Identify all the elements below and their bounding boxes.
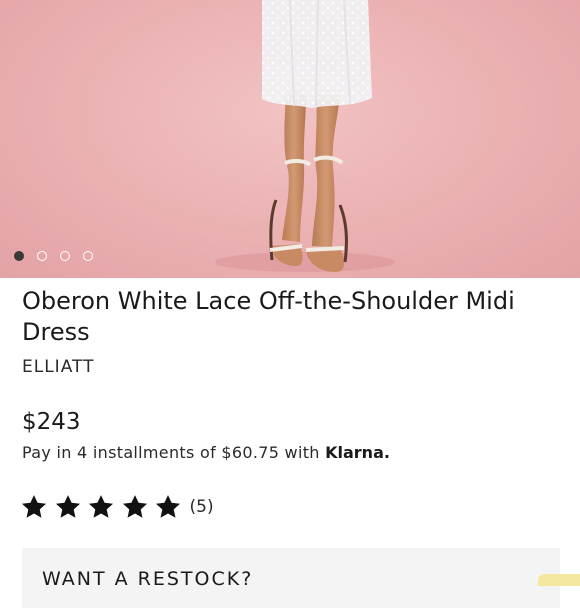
installments-text: Pay in 4 installments of $60.75 with (22, 443, 320, 462)
installments-info: Pay in 4 installments of $60.75 with Kla… (22, 443, 390, 462)
carousel-dot-2[interactable] (37, 251, 47, 261)
brand-link[interactable]: ELLIATT (22, 357, 94, 377)
star-icon (122, 495, 147, 518)
star-rating[interactable]: (5) (20, 493, 214, 521)
carousel-dot-1[interactable] (14, 251, 24, 261)
product-photo (215, 0, 395, 272)
star-icon (21, 495, 47, 518)
carousel-dots (14, 251, 93, 261)
carousel-dot-4[interactable] (83, 251, 93, 261)
carousel-dot-3[interactable] (60, 251, 70, 261)
star-icon (155, 495, 181, 518)
product-price: $243 (22, 409, 81, 435)
product-image-carousel[interactable] (0, 0, 580, 278)
chat-widget-tab[interactable] (538, 574, 580, 586)
klarna-logo[interactable]: Klarna. (325, 443, 390, 462)
star-icon (88, 495, 114, 518)
restock-panel[interactable]: WANT A RESTOCK? (22, 548, 560, 608)
star-icon (55, 495, 80, 518)
restock-heading: WANT A RESTOCK? (42, 568, 254, 590)
product-title: Oberon White Lace Off-the-Shoulder Midi … (22, 287, 515, 346)
review-count[interactable]: (5) (190, 497, 214, 517)
